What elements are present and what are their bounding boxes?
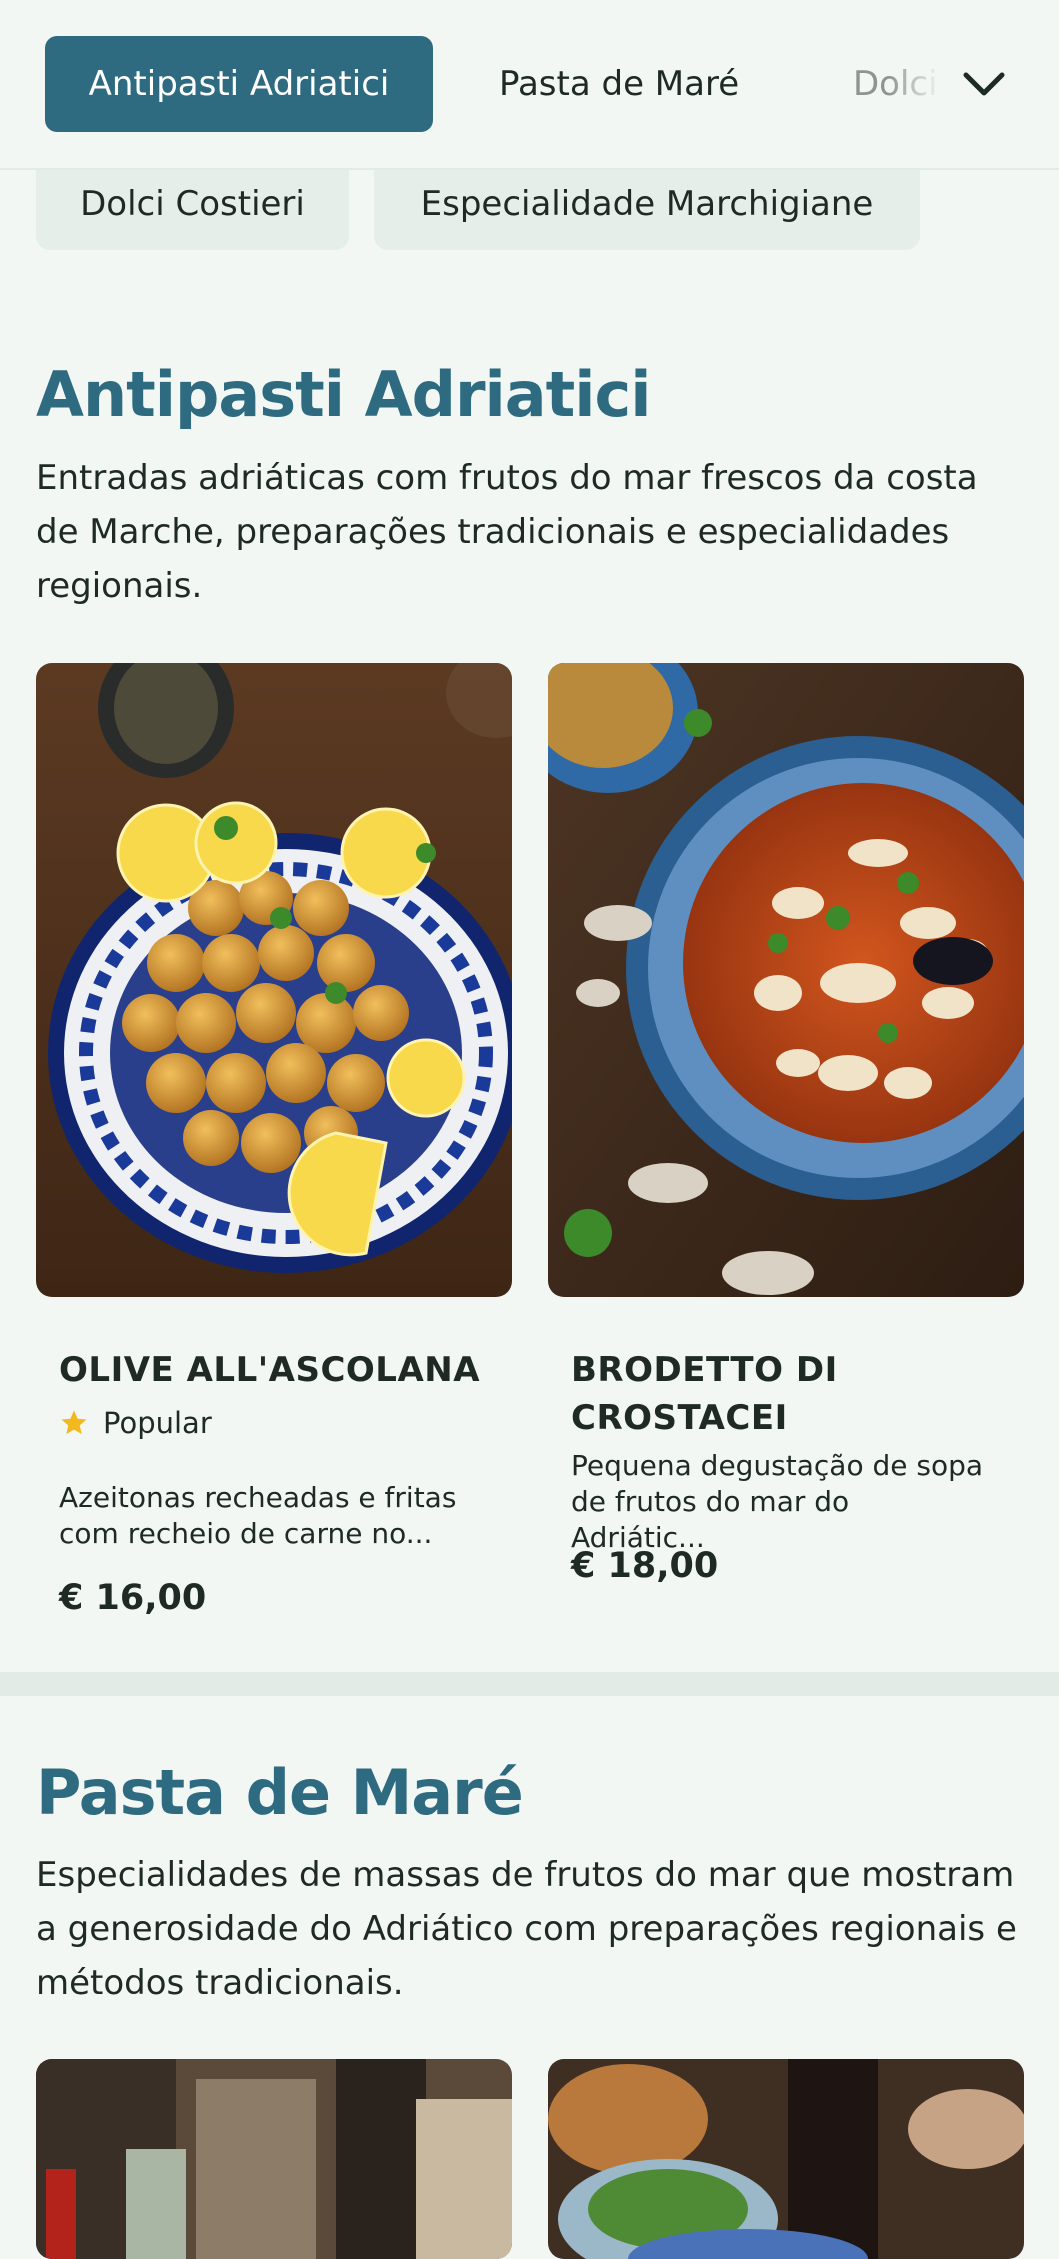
badge-label: Popular: [103, 1406, 212, 1440]
item-description-brodetto-di-crostacei: Pequena degustação de sopa de frutos do …: [571, 1449, 984, 1554]
tab-antipasti-adriatici[interactable]: Antipasti Adriatici: [45, 36, 433, 132]
category-nav: Antipasti Adriatici Pasta de Maré Dolci …: [0, 0, 1059, 170]
category-pill-dolci-costieri[interactable]: Dolci Costieri: [36, 158, 349, 250]
section-divider: [0, 1672, 1059, 1696]
olive-allascolana-image[interactable]: [36, 663, 512, 1297]
pasta-item-1-image[interactable]: [36, 2059, 512, 2259]
popular-badge: Popular: [59, 1406, 212, 1440]
brodetto-di-crostacei-image[interactable]: [548, 663, 1024, 1297]
item-name-olive-allascolana: OLIVE ALL'ASCOLANA: [59, 1350, 481, 1390]
item-price-olive-allascolana: € 16,00: [59, 1578, 207, 1618]
section-title-pasta: Pasta de Maré: [36, 1756, 524, 1829]
section-description-antipasti: Entradas adriáticas com frutos do mar fr…: [36, 458, 978, 606]
section-description-pasta: Especialidades de massas de frutos do ma…: [36, 1855, 1017, 2003]
section-title-antipasti: Antipasti Adriatici: [36, 358, 652, 431]
tab-dolci-costieri[interactable]: Dolci Costieri: [853, 36, 941, 132]
item-description-olive-allascolana: Azeitonas recheadas e fritas com recheio…: [59, 1481, 457, 1550]
category-pill-especialidade-marchigiane[interactable]: Especialidade Marchigiane: [374, 158, 920, 250]
chevron-down-icon[interactable]: [960, 60, 1008, 108]
item-name-brodetto-di-crostacei: BRODETTO DI CROSTACEI: [571, 1350, 838, 1438]
tab-pasta-de-mare[interactable]: Pasta de Maré: [499, 36, 739, 132]
star-icon: [61, 1410, 87, 1435]
item-price-brodetto-di-crostacei: € 18,00: [571, 1546, 719, 1586]
pasta-item-2-image[interactable]: [548, 2059, 1024, 2259]
